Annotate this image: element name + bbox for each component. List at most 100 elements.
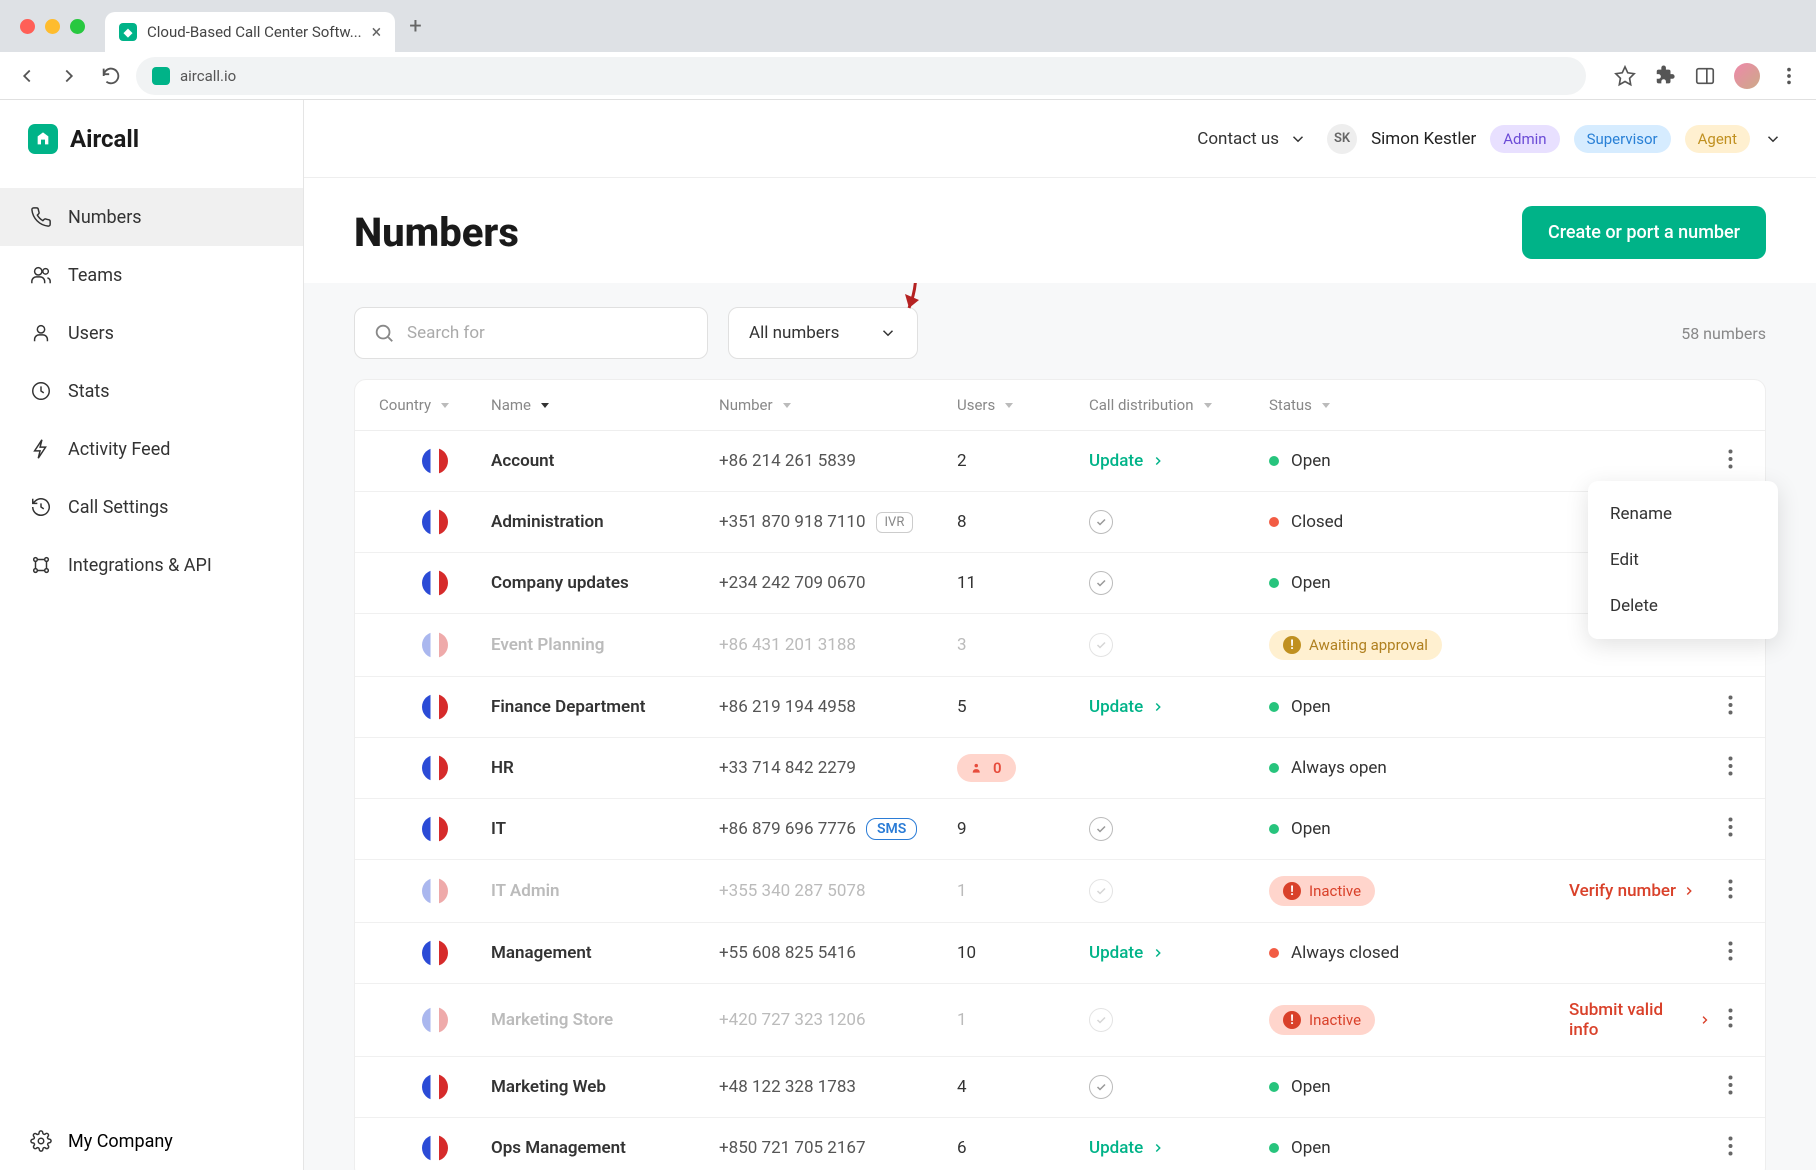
reload-icon[interactable]: [100, 65, 122, 87]
row-menu-button[interactable]: [1720, 817, 1741, 842]
sidebar-footer-label: My Company: [68, 1131, 173, 1152]
new-tab-button[interactable]: +: [409, 14, 421, 39]
update-link[interactable]: Update: [1089, 943, 1143, 963]
browser-tab[interactable]: ◆ Cloud-Based Call Center Softw... ×: [105, 12, 395, 52]
cell-number: +850 721 705 2167: [719, 1138, 957, 1158]
status-dot: [1269, 702, 1279, 712]
cell-distribution: [1089, 1008, 1269, 1032]
sidebar-item-users[interactable]: Users: [0, 304, 303, 362]
cell-distribution: [1089, 633, 1269, 657]
th-number[interactable]: Number: [719, 396, 957, 414]
star-icon[interactable]: [1614, 65, 1636, 87]
status-dot: [1269, 1143, 1279, 1153]
update-link[interactable]: Update: [1089, 697, 1143, 717]
flag-icon: [422, 1007, 448, 1033]
history-icon: [30, 496, 52, 518]
badge-supervisor: Supervisor: [1574, 125, 1671, 153]
create-number-button[interactable]: Create or port a number: [1522, 206, 1766, 259]
page-header: Numbers Create or port a number: [304, 178, 1816, 283]
filter-selected: All numbers: [749, 323, 839, 343]
status-dot: [1269, 456, 1279, 466]
chevron-down-icon: [1289, 130, 1307, 148]
cell-country: [379, 448, 491, 474]
table-row[interactable]: IT Admin+355 340 287 50781!InactiveVerif…: [355, 860, 1765, 923]
badge-admin: Admin: [1490, 125, 1559, 153]
browser-menu-icon[interactable]: [1778, 65, 1800, 87]
row-menu-button[interactable]: [1720, 1136, 1741, 1161]
cell-status: Open: [1269, 1138, 1569, 1158]
sidebar-item-label: Users: [68, 323, 114, 344]
row-menu-button[interactable]: [1720, 879, 1741, 904]
brand[interactable]: Aircall: [0, 100, 303, 178]
th-status[interactable]: Status: [1269, 396, 1569, 414]
sidebar-item-activity[interactable]: Activity Feed: [0, 420, 303, 478]
th-name[interactable]: Name: [491, 396, 719, 414]
user-menu[interactable]: SK Simon Kestler Admin Supervisor Agent: [1327, 124, 1782, 154]
status-pill: !Awaiting approval: [1269, 630, 1442, 660]
update-link[interactable]: Update: [1089, 451, 1143, 471]
table-row[interactable]: Marketing Store+420 727 323 12061!Inacti…: [355, 984, 1765, 1057]
sidebar-item-call-settings[interactable]: Call Settings: [0, 478, 303, 536]
th-country[interactable]: Country: [379, 396, 491, 414]
ctx-delete[interactable]: Delete: [1588, 583, 1778, 629]
content-area: All numbers 58 numbers Country Name Numb…: [304, 283, 1816, 1170]
sidebar-item-integrations[interactable]: Integrations & API: [0, 536, 303, 594]
url-favicon: [152, 67, 170, 85]
sidebar-item-teams[interactable]: Teams: [0, 246, 303, 304]
cell-number: +420 727 323 1206: [719, 1010, 957, 1030]
table-row[interactable]: Event Planning+86 431 201 31883!Awaiting…: [355, 614, 1765, 677]
cell-name: Ops Management: [491, 1138, 719, 1158]
action-link[interactable]: Submit valid info: [1569, 1000, 1712, 1040]
table-row[interactable]: Account+86 214 261 58392UpdateOpen: [355, 431, 1765, 492]
flag-icon: [422, 1135, 448, 1161]
filter-dropdown[interactable]: All numbers: [728, 307, 918, 359]
close-tab-icon[interactable]: ×: [372, 22, 382, 43]
back-icon[interactable]: [16, 65, 38, 87]
extensions-icon[interactable]: [1654, 65, 1676, 87]
sidebar-my-company[interactable]: My Company: [0, 1111, 303, 1170]
cell-action: Verify number: [1569, 879, 1741, 904]
row-menu-button[interactable]: [1720, 756, 1741, 781]
cell-action: Submit valid info: [1569, 1000, 1741, 1040]
profile-avatar[interactable]: [1734, 63, 1760, 89]
flag-icon: [422, 755, 448, 781]
sidebar-item-stats[interactable]: Stats: [0, 362, 303, 420]
brand-name: Aircall: [70, 125, 139, 153]
table-row[interactable]: IT+86 879 696 7776SMS9Open: [355, 799, 1765, 860]
row-menu-button[interactable]: [1720, 449, 1741, 474]
th-distribution[interactable]: Call distribution: [1089, 396, 1269, 414]
action-link[interactable]: Verify number: [1569, 881, 1696, 901]
cell-country: [379, 632, 491, 658]
ctx-edit[interactable]: Edit: [1588, 537, 1778, 583]
ctx-rename[interactable]: Rename: [1588, 491, 1778, 537]
table-row[interactable]: Finance Department+86 219 194 49585Updat…: [355, 677, 1765, 738]
cell-status: Open: [1269, 819, 1569, 839]
user-initials: SK: [1327, 124, 1357, 154]
table-row[interactable]: HR+33 714 842 22790Always open: [355, 738, 1765, 799]
status-pill: !Inactive: [1269, 876, 1375, 906]
forward-icon[interactable]: [58, 65, 80, 87]
address-bar[interactable]: aircall.io: [136, 57, 1586, 95]
table-row[interactable]: Management+55 608 825 541610UpdateAlways…: [355, 923, 1765, 984]
row-menu-button[interactable]: [1720, 941, 1741, 966]
update-link[interactable]: Update: [1089, 1138, 1143, 1158]
table-row[interactable]: Ops Management+850 721 705 21676UpdateOp…: [355, 1118, 1765, 1170]
panel-icon[interactable]: [1694, 65, 1716, 87]
search-input-wrapper[interactable]: [354, 307, 708, 359]
flag-icon: [422, 570, 448, 596]
cell-users: 3: [957, 635, 1089, 655]
cell-country: [379, 570, 491, 596]
cell-users: 1: [957, 1010, 1089, 1030]
window-controls[interactable]: [20, 19, 85, 34]
sidebar-item-numbers[interactable]: Numbers: [0, 188, 303, 246]
contact-us-dropdown[interactable]: Contact us: [1197, 129, 1307, 149]
table-row[interactable]: Marketing Web+48 122 328 17834Open: [355, 1057, 1765, 1118]
sidebar-item-label: Activity Feed: [68, 439, 170, 460]
th-users[interactable]: Users: [957, 396, 1089, 414]
row-menu-button[interactable]: [1720, 1075, 1741, 1100]
table-row[interactable]: Company updates+234 242 709 067011Open: [355, 553, 1765, 614]
row-menu-button[interactable]: [1720, 1008, 1741, 1033]
table-row[interactable]: Administration+351 870 918 7110IVR8Close…: [355, 492, 1765, 553]
search-input[interactable]: [407, 323, 689, 343]
row-menu-button[interactable]: [1720, 695, 1741, 720]
